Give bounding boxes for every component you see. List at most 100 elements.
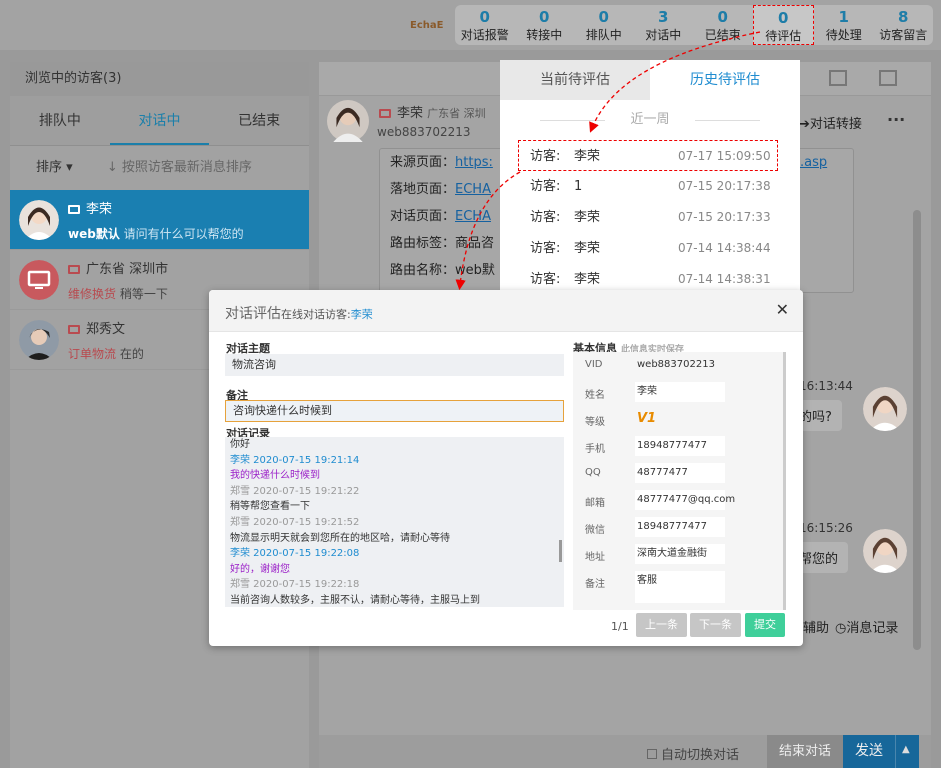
log-line: 稍等帮您查看一下 [230,501,310,513]
name-field[interactable]: 李荣 [635,382,725,402]
info-link-tail[interactable]: .asp [800,149,827,176]
avatar [327,100,369,142]
auto-switch-checkbox[interactable]: 自动切换对话 [647,744,739,763]
qq-field[interactable]: 48777477 [635,463,725,483]
log-scrollbar[interactable] [559,540,562,562]
basic-key: 微信 [585,525,605,536]
info-key: 对话页面： [390,209,456,224]
basic-scrollbar[interactable] [783,352,786,610]
transfer-button[interactable]: ➔对话转接 [799,113,862,132]
info-value: 商品咨 [455,236,495,251]
basic-row: 姓名 李荣 [573,379,785,406]
note-input[interactable]: 咨询快递什么时候到 [225,400,564,422]
send-options-button[interactable]: ▲ [895,735,919,768]
info-link[interactable]: https: [455,155,493,170]
phone-field[interactable]: 18948777477 [635,436,725,456]
eval-list-popup: 当前待评估 历史待评估 近一周 访客: 李荣 07-17 15:09:50 访客: 1… [500,60,800,290]
stat-value: 3 [658,8,669,26]
message-log-label: 消息记录 [846,621,899,636]
basic-row: 等级 V1 [573,406,785,433]
tab-queue[interactable]: 排队中 [10,96,110,145]
history-time: 07-14 14:38:44 [678,241,771,255]
sort-dropdown[interactable]: 排序 ▾ [36,160,73,175]
agent-avatar [863,387,907,431]
stat-chatting[interactable]: 3 对话中 [634,5,694,45]
more-icon[interactable]: ··· [887,110,905,129]
send-button[interactable]: 发送 [843,735,895,768]
basic-row: 手机 18948777477 [573,433,785,460]
window-icon[interactable] [829,70,847,86]
stat-ended[interactable]: 0 已结束 [693,5,753,45]
history-time: 07-15 20:17:33 [678,210,771,224]
basic-row: 地址 深南大道金融街 [573,541,785,568]
basic-row: VID web883702213 [573,352,785,379]
wechat-field[interactable]: 18948777477 [635,517,725,537]
info-key: 来源页面： [390,155,456,170]
vid-value: web883702213 [637,359,715,370]
dialog-title-text: 对话评估 [225,306,281,322]
next-button[interactable]: 下一条 [690,613,741,637]
topic-field[interactable]: 物流咨询 [225,354,564,376]
stat-pending-handle[interactable]: 1 待处理 [814,5,874,45]
stat-pending-eval[interactable]: 0 待评估 [752,5,814,45]
chat-scrollbar[interactable] [913,210,921,650]
history-row[interactable]: 访客: 1 07-15 20:17:38 [500,171,800,202]
basic-key: 手机 [585,444,605,455]
basic-key: 备注 [585,579,605,590]
history-row[interactable]: 访客: 李荣 07-14 14:38:44 [500,233,800,264]
history-row[interactable]: 访客: 李荣 07-17 15:09:50 [518,140,778,171]
stat-label: 待评估 [765,29,802,43]
visitor-name: 广东省 深圳市 [68,258,168,277]
info-link[interactable]: ECHA [455,182,491,197]
checkbox-icon [647,749,657,759]
email-field[interactable]: 48777477@qq.com [635,490,735,510]
end-chat-button[interactable]: 结束对话 [767,735,843,768]
chat-visitor-name-text: 李荣 [397,106,424,121]
basic-row: QQ 48777477 [573,460,785,487]
message-log-button[interactable]: ◷消息记录 [835,617,898,636]
history-label: 访客: [530,241,561,256]
visitor-last-msg: 维修换货 稍等一下 [68,285,168,302]
log-line: 郑雪 2020-07-15 19:21:52 [230,516,360,528]
tab-history-eval[interactable]: 历史待评估 [650,60,800,100]
history-row[interactable]: 访客: 李荣 07-15 20:17:33 [500,202,800,233]
assist-button[interactable]: 辅助 [803,617,829,636]
stat-queue[interactable]: 0 排队中 [574,5,634,45]
top-bar: EchaE 0 对话报警 0 转接中 0 排队中 3 对话中 0 已结束 0 待评估 1 待处… [0,0,941,50]
level-badge: V1 [637,411,657,426]
caret-up-icon: ▲ [902,744,910,755]
message-time: 16:13:44 [799,379,853,393]
computer-icon [68,325,80,334]
tab-ended[interactable]: 已结束 [209,96,309,145]
prev-button[interactable]: 上一条 [636,613,687,637]
submit-button[interactable]: 提交 [745,613,785,637]
history-time: 07-17 15:09:50 [678,149,771,163]
basic-key: 姓名 [585,390,605,401]
info-value: web默 [455,263,495,278]
log-line: 李荣 2020-07-15 19:22:08 [230,548,360,560]
visitor-item[interactable]: 李荣 web默认 请问有什么可以帮您的 [10,190,309,250]
visitor-last-msg: 订单物流 在的 [68,345,144,362]
address-field[interactable]: 深南大道金融街 [635,544,725,564]
basic-key: 等级 [585,417,605,428]
close-icon[interactable]: ✕ [776,300,789,319]
stat-alert[interactable]: 0 对话报警 [455,5,515,45]
stat-messages[interactable]: 8 访客留言 [874,5,934,45]
avatar [19,320,59,360]
log-line: 你好 [230,439,250,450]
stat-value: 0 [539,8,550,26]
agent-avatar [863,529,907,573]
info-link[interactable]: ECHA [455,209,491,224]
tab-chatting[interactable]: 对话中 [109,96,210,145]
chat-log[interactable]: 你好 李荣 2020-07-15 19:21:14 我的快递什么时候到 郑雪 2… [225,437,564,607]
history-label: 访客: [530,179,561,194]
remark-field[interactable]: 客服 [635,571,725,603]
basic-key: QQ [585,467,601,478]
stat-value: 0 [778,9,789,27]
sort-hint: ↓ 按照访客最新消息排序 [107,160,252,175]
tab-current-eval[interactable]: 当前待评估 [500,60,650,100]
sort-bar: 排序 ▾ ↓ 按照访客最新消息排序 [10,146,309,190]
history-name: 1 [574,179,583,194]
stat-transferring[interactable]: 0 转接中 [515,5,575,45]
windows-icon[interactable] [879,70,897,86]
